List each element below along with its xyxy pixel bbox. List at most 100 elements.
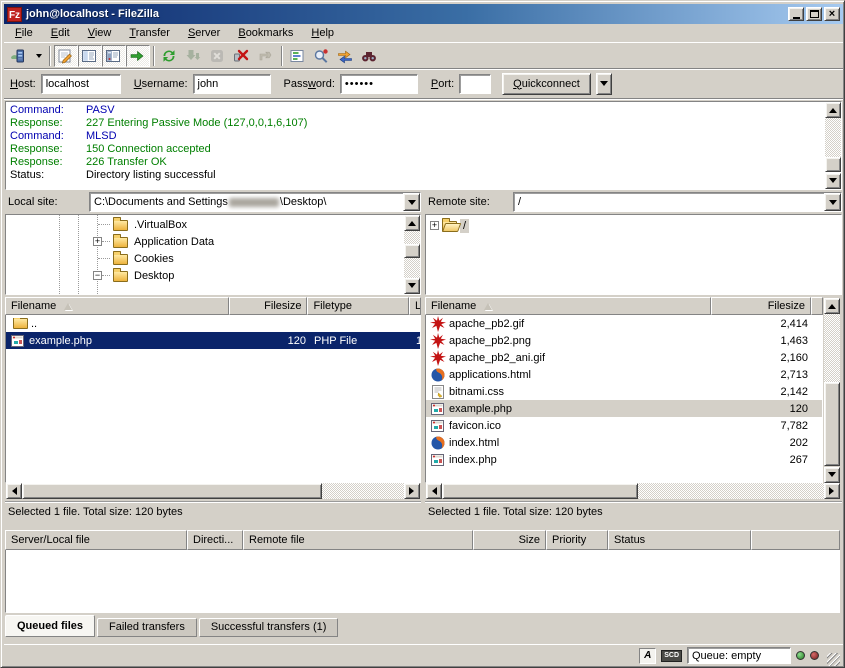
remote-file-row[interactable]: bitnami.css 2,142 xyxy=(426,383,822,400)
column-header-filename[interactable]: Filename xyxy=(425,297,711,315)
find-files-button[interactable] xyxy=(358,45,382,67)
tab-successful-transfers[interactable]: Successful transfers (1) xyxy=(199,618,339,637)
tab-queued-files[interactable]: Queued files xyxy=(5,615,95,637)
log-scrollbar[interactable] xyxy=(825,102,841,189)
quickconnect-button[interactable]: Quickconnect xyxy=(502,73,591,95)
scroll-thumb[interactable] xyxy=(404,244,420,258)
close-button[interactable]: × xyxy=(824,7,840,21)
resize-grip[interactable] xyxy=(827,653,840,666)
toggle-message-log-button[interactable] xyxy=(54,45,78,67)
remote-site-dropdown-button[interactable] xyxy=(824,193,841,211)
scroll-thumb[interactable] xyxy=(442,483,638,499)
scroll-track[interactable] xyxy=(824,314,840,382)
scroll-up-button[interactable] xyxy=(824,298,840,314)
remote-file-row[interactable]: applications.html 2,713 xyxy=(426,366,822,383)
remote-file-list[interactable]: apache_pb2.gif 2,414 apache_pb2.png 1,46… xyxy=(425,315,823,483)
remote-tree[interactable]: + / xyxy=(425,214,842,295)
cancel-operation-button[interactable] xyxy=(206,45,230,67)
collapse-icon[interactable]: − xyxy=(93,271,102,280)
transfer-type-indicator[interactable]: A xyxy=(639,648,656,664)
scroll-down-button[interactable] xyxy=(825,173,841,189)
local-tree-scrollbar[interactable] xyxy=(404,215,420,294)
tree-item-virtualbox[interactable]: .VirtualBox xyxy=(98,216,190,233)
local-list-hscrollbar[interactable] xyxy=(6,483,420,499)
tree-item-desktop[interactable]: − Desktop xyxy=(93,267,177,284)
local-tree[interactable]: .VirtualBox + Application Data Cookies −… xyxy=(5,214,421,295)
username-input[interactable]: john xyxy=(193,74,271,94)
remote-file-row[interactable]: apache_pb2.gif 2,414 xyxy=(426,315,822,332)
synchronized-browsing-button[interactable] xyxy=(334,45,358,67)
remote-file-row-selected[interactable]: example.php 120 xyxy=(426,400,822,417)
maximize-button[interactable] xyxy=(806,7,822,21)
tree-item-cookies[interactable]: Cookies xyxy=(98,250,177,267)
column-header-status[interactable]: Status xyxy=(608,530,751,550)
minimize-button[interactable] xyxy=(788,7,804,21)
tree-item-root[interactable]: + / xyxy=(430,217,469,234)
reconnect-button[interactable] xyxy=(254,45,278,67)
scroll-thumb[interactable] xyxy=(825,157,841,172)
host-input[interactable]: localhost xyxy=(41,74,121,94)
menu-server[interactable]: Server xyxy=(179,25,229,41)
site-manager-dropdown-button[interactable] xyxy=(31,45,46,67)
remote-file-row[interactable]: index.html 202 xyxy=(426,434,822,451)
directory-comparison-button[interactable] xyxy=(310,45,334,67)
scd-indicator-icon[interactable]: SCD xyxy=(661,650,682,662)
message-log[interactable]: Command:PASV Response:227 Entering Passi… xyxy=(5,101,842,190)
remote-file-row[interactable]: index.php 267 xyxy=(426,451,822,468)
scroll-right-button[interactable] xyxy=(404,483,420,499)
column-header-filesize[interactable]: Filesize xyxy=(711,297,811,315)
scroll-thumb[interactable] xyxy=(22,483,322,499)
process-queue-button[interactable] xyxy=(182,45,206,67)
menu-file[interactable]: File xyxy=(6,25,42,41)
scroll-down-button[interactable] xyxy=(404,278,420,294)
toggle-remote-tree-button[interactable] xyxy=(102,45,126,67)
remote-list-scrollbar[interactable] xyxy=(824,298,840,483)
menu-edit[interactable]: Edit xyxy=(42,25,79,41)
menu-bookmarks[interactable]: Bookmarks xyxy=(229,25,302,41)
menu-help[interactable]: Help xyxy=(302,25,343,41)
column-header-filename[interactable]: Filename xyxy=(5,297,229,315)
column-header-filetype[interactable]: Filetype xyxy=(307,297,409,315)
scroll-up-button[interactable] xyxy=(825,102,841,118)
menu-view[interactable]: View xyxy=(79,25,121,41)
scroll-left-button[interactable] xyxy=(6,483,22,499)
remote-file-row[interactable]: apache_pb2.png 1,463 xyxy=(426,332,822,349)
tab-failed-transfers[interactable]: Failed transfers xyxy=(97,618,197,637)
expand-icon[interactable]: + xyxy=(430,221,439,230)
local-site-dropdown-button[interactable] xyxy=(403,193,420,211)
toggle-transfer-queue-button[interactable] xyxy=(126,45,150,67)
column-header-priority[interactable]: Priority xyxy=(546,530,608,550)
local-file-list[interactable]: .. example.php 120 PHP File 1 xyxy=(5,315,421,483)
menu-transfer[interactable]: Transfer xyxy=(120,25,179,41)
column-header-size[interactable]: Size xyxy=(473,530,546,550)
scroll-track[interactable] xyxy=(825,118,841,157)
column-header-direction[interactable]: Directi... xyxy=(187,530,243,550)
tree-item-application-data[interactable]: + Application Data xyxy=(93,233,217,250)
disconnect-button[interactable] xyxy=(230,45,254,67)
column-header-server-local-file[interactable]: Server/Local file xyxy=(5,530,187,550)
scroll-right-button[interactable] xyxy=(824,483,840,499)
expand-icon[interactable]: + xyxy=(93,237,102,246)
scroll-down-button[interactable] xyxy=(824,467,840,483)
quickconnect-dropdown-button[interactable] xyxy=(596,73,612,95)
scroll-track[interactable] xyxy=(638,483,824,499)
password-input[interactable]: •••••• xyxy=(340,74,418,94)
remote-file-row[interactable]: favicon.ico 7,782 xyxy=(426,417,822,434)
toggle-local-tree-button[interactable] xyxy=(78,45,102,67)
refresh-button[interactable] xyxy=(158,45,182,67)
scroll-left-button[interactable] xyxy=(426,483,442,499)
remote-list-hscrollbar[interactable] xyxy=(426,483,840,499)
local-file-row[interactable]: .. xyxy=(6,315,420,332)
title-bar[interactable]: Fz john@localhost - FileZilla × xyxy=(4,4,843,24)
queue-list[interactable] xyxy=(5,550,840,613)
site-manager-button[interactable] xyxy=(7,45,31,67)
local-file-row-selected[interactable]: example.php 120 PHP File 1 xyxy=(6,332,420,349)
scroll-up-button[interactable] xyxy=(404,215,420,231)
scroll-thumb[interactable] xyxy=(824,382,840,466)
scroll-track[interactable] xyxy=(322,483,404,499)
column-header-last-modified[interactable]: L xyxy=(409,297,421,315)
port-input[interactable] xyxy=(459,74,491,94)
remote-site-combobox[interactable]: / xyxy=(513,192,842,212)
local-site-combobox[interactable]: C:\Documents and Settings\Desktop\ xyxy=(89,192,421,212)
column-header-remote-file[interactable]: Remote file xyxy=(243,530,473,550)
